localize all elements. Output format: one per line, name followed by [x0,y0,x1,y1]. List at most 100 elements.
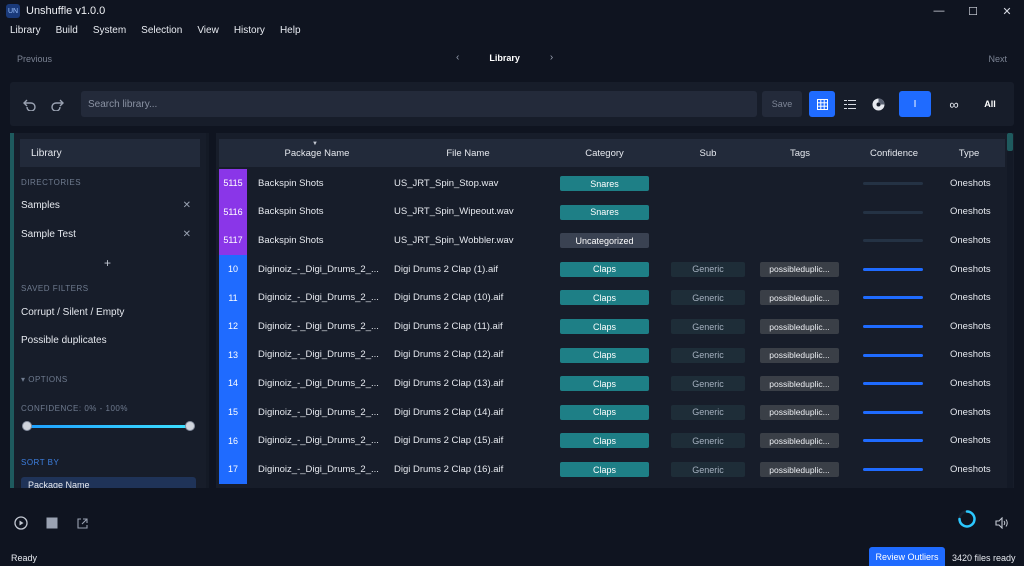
column-type[interactable]: Type [937,139,1001,167]
directory-item-sample-test[interactable]: Sample Test ✕ [21,229,191,240]
category-badge[interactable]: Claps [560,376,649,392]
minimize-icon[interactable]: — [922,0,956,22]
close-icon[interactable]: ✕ [990,0,1024,22]
grid-view-icon[interactable] [809,91,835,117]
tag-badge[interactable]: possibleduplic... [760,462,839,477]
chevron-right-icon[interactable]: › [550,52,553,63]
mode-infinite-button[interactable]: ∞ [942,91,966,117]
saved-filter-duplicates[interactable]: Possible duplicates [21,335,191,346]
column-confidence[interactable]: Confidence [859,139,929,167]
menu-library[interactable]: Library [10,25,41,41]
undo-icon[interactable] [21,95,39,113]
tag-badge[interactable]: possibleduplic... [760,261,839,277]
sub-badge[interactable]: Generic [671,433,745,449]
menu-help[interactable]: Help [280,25,301,41]
next-link[interactable]: Next [988,54,1007,64]
sub-badge[interactable]: Generic [671,261,745,277]
confidence-slider-track[interactable] [26,425,192,428]
review-outliers-button[interactable]: Review Outliers [869,547,945,566]
saved-filter-corrupt[interactable]: Corrupt / Silent / Empty [21,307,191,318]
table-scrollbar[interactable] [1007,133,1013,488]
sub-badge[interactable]: Generic [671,404,745,420]
category-badge[interactable]: Claps [560,319,649,334]
confidence-min-handle[interactable] [22,421,32,431]
menu-history[interactable]: History [234,25,265,41]
column-tags[interactable]: Tags [759,139,841,167]
column-category[interactable]: Category [557,139,652,167]
save-button[interactable]: Save [762,91,802,117]
category-badge[interactable]: Claps [560,290,649,306]
directory-item-samples[interactable]: Samples ✕ [21,200,191,211]
sort-by-select[interactable]: Package Name [21,477,196,488]
menu-selection[interactable]: Selection [141,25,182,41]
confidence-bar [863,182,923,185]
sub-badge[interactable]: Generic [671,462,745,477]
column-file-name[interactable]: File Name [393,139,543,167]
open-external-icon[interactable] [74,515,90,531]
table-row[interactable]: 10 Diginoiz_-_Digi_Drums_2_... Digi Drums … [219,254,1005,284]
loading-spinner-icon [958,510,976,528]
sub-badge[interactable]: Generic [671,319,745,334]
previous-link[interactable]: Previous [17,54,52,64]
sub-badge[interactable]: Generic [671,376,745,392]
table-row[interactable]: 17 Diginoiz_-_Digi_Drums_2_... Digi Drums … [219,455,1005,484]
list-view-icon[interactable] [837,91,863,117]
sidebar: Library DIRECTORIES Samples ✕ Sample Tes… [10,133,206,488]
type-cell: Oneshots [950,463,991,475]
table-row[interactable]: 12 Diginoiz_-_Digi_Drums_2_... Digi Drums … [219,312,1005,341]
table-row[interactable]: 5116 Backspin Shots US_JRT_Spin_Wipeout.wa… [219,197,1005,227]
row-index: 11 [219,283,247,312]
tag-badge[interactable]: possibleduplic... [760,376,839,392]
row-index: 5116 [219,197,247,227]
package-name-cell: Diginoiz_-_Digi_Drums_2_... [258,349,379,361]
sub-badge[interactable]: Generic [671,290,745,306]
menu-system[interactable]: System [93,25,126,41]
category-badge[interactable]: Claps [560,261,649,277]
add-directory-icon[interactable]: + [104,256,111,270]
column-sub[interactable]: Sub [668,139,748,167]
remove-directory-icon[interactable]: ✕ [183,200,191,211]
table-row[interactable]: 14 Diginoiz_-_Digi_Drums_2_... Digi Drums … [219,369,1005,398]
table-row[interactable]: 15 Diginoiz_-_Digi_Drums_2_... Digi Drums … [219,397,1005,427]
sidebar-scrollbar[interactable] [206,133,209,488]
table-row[interactable]: 5117 Backspin Shots US_JRT_Spin_Wobbler.wa… [219,226,1005,255]
table-row[interactable]: 5115 Backspin Shots US_JRT_Spin_Stop.wav Sn… [219,169,1005,198]
menu-view[interactable]: View [197,25,219,41]
sidebar-header[interactable]: Library [20,139,200,167]
tag-badge[interactable]: possibleduplic... [760,433,839,449]
category-badge[interactable]: Uncategorized [560,233,649,249]
category-badge[interactable]: Snares [560,204,649,220]
stop-icon[interactable] [44,515,60,531]
category-badge[interactable]: Snares [560,176,649,191]
column-package-name[interactable]: Package Name [254,139,380,167]
chevron-left-icon[interactable]: ‹ [456,52,459,63]
confidence-bar [863,296,923,300]
tag-badge[interactable]: possibleduplic... [760,319,839,334]
sub-badge[interactable]: Generic [671,347,745,363]
category-badge[interactable]: Claps [560,404,649,420]
type-cell: Oneshots [950,177,991,189]
table-row[interactable]: 16 Diginoiz_-_Digi_Drums_2_... Digi Drums … [219,426,1005,455]
type-cell: Oneshots [950,349,991,361]
menu-build[interactable]: Build [56,25,78,41]
table-row[interactable]: 11 Diginoiz_-_Digi_Drums_2_... Digi Drums … [219,283,1005,312]
category-badge[interactable]: Claps [560,433,649,449]
tag-badge[interactable]: possibleduplic... [760,404,839,420]
category-badge[interactable]: Claps [560,347,649,363]
remove-directory-icon[interactable]: ✕ [183,229,191,240]
mode-all-button[interactable]: All [978,91,1002,117]
tag-badge[interactable]: possibleduplic... [760,347,839,363]
play-icon[interactable] [13,515,29,531]
tag-badge[interactable]: possibleduplic... [760,290,839,306]
table-scrollbar-thumb[interactable] [1007,133,1013,151]
mode-i-button[interactable]: I [899,91,931,117]
confidence-max-handle[interactable] [185,421,195,431]
table-row[interactable]: 13 Diginoiz_-_Digi_Drums_2_... Digi Drums … [219,340,1005,370]
maximize-icon[interactable]: ☐ [956,0,990,22]
category-badge[interactable]: Claps [560,462,649,477]
volume-icon[interactable] [994,515,1010,531]
redo-icon[interactable] [48,95,66,113]
disc-icon[interactable] [865,91,891,117]
options-toggle[interactable]: ▾ OPTIONS [21,375,68,384]
search-input[interactable] [81,91,757,117]
